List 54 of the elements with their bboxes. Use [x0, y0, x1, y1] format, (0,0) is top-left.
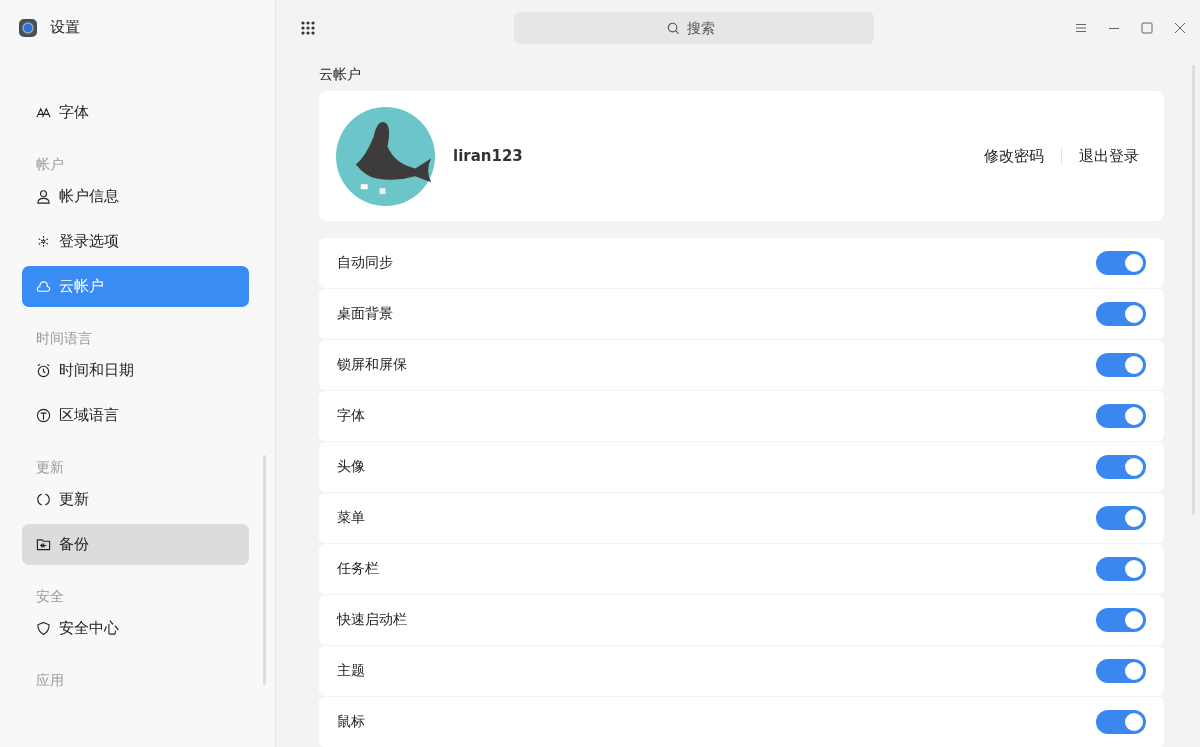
- folder-icon: [36, 537, 51, 552]
- toggle-switch[interactable]: [1096, 557, 1146, 581]
- toggle-switch[interactable]: [1096, 404, 1146, 428]
- sync-option-label: 桌面背景: [337, 305, 393, 323]
- toggle-switch[interactable]: [1096, 506, 1146, 530]
- maximize-icon[interactable]: [1141, 21, 1153, 34]
- toggle-switch[interactable]: [1096, 659, 1146, 683]
- sync-option-label: 字体: [337, 407, 365, 425]
- sync-option-label: 锁屏和屏保: [337, 356, 407, 374]
- sync-option-label: 主题: [337, 662, 365, 680]
- sidebar-heading: 时间语言: [35, 329, 93, 348]
- sidebar-heading: 帐户: [35, 155, 65, 174]
- sidebar-item[interactable]: 帐户信息: [22, 176, 249, 217]
- username: liran123: [453, 147, 523, 165]
- close-icon[interactable]: [1174, 21, 1186, 34]
- sync-option-label: 菜单: [337, 509, 365, 527]
- shield-icon: [36, 621, 51, 636]
- refresh-icon: [36, 492, 51, 507]
- sidebar-item[interactable]: 备份: [22, 524, 249, 565]
- section-title: 云帐户: [319, 65, 362, 84]
- sidebar-heading: 更新: [35, 458, 65, 477]
- sidebar-heading: 应用: [35, 671, 65, 690]
- sync-option-label: 任务栏: [337, 560, 379, 578]
- grid-menu-icon[interactable]: [301, 20, 315, 35]
- sync-option-label: 鼠标: [337, 713, 365, 731]
- font-icon: [36, 105, 51, 120]
- sync-option-label: 快速启动栏: [337, 611, 407, 629]
- alarm-clock-icon: [36, 363, 51, 378]
- toggle-switch[interactable]: [1096, 353, 1146, 377]
- menu-icon[interactable]: [1075, 21, 1087, 34]
- cloud-icon: [36, 279, 51, 294]
- asterisk-icon: [36, 234, 51, 249]
- toggle-switch[interactable]: [1096, 608, 1146, 632]
- user-icon: [36, 189, 51, 204]
- sidebar-heading: 安全: [35, 587, 65, 606]
- sidebar-item[interactable]: 安全中心: [22, 608, 249, 649]
- search-icon: [667, 21, 680, 35]
- sidebar-item[interactable]: 时间和日期: [22, 350, 249, 391]
- account-action-link[interactable]: 修改密码: [984, 146, 1044, 166]
- account-action-link[interactable]: 退出登录: [1079, 146, 1139, 166]
- sync-option-label: 自动同步: [337, 254, 393, 272]
- sidebar-item[interactable]: 登录选项: [22, 221, 249, 262]
- toggle-switch[interactable]: [1096, 455, 1146, 479]
- sidebar-item[interactable]: 更新: [22, 479, 249, 520]
- sidebar-item[interactable]: 字体: [22, 92, 249, 133]
- toggle-switch[interactable]: [1096, 251, 1146, 275]
- settings-app-icon: [18, 17, 38, 38]
- search-field[interactable]: 搜索: [514, 11, 874, 44]
- language-icon: [36, 408, 51, 423]
- toggle-switch[interactable]: [1096, 710, 1146, 734]
- sidebar-item[interactable]: 区域语言: [22, 395, 249, 436]
- toggle-switch[interactable]: [1096, 302, 1146, 326]
- window-title: 设置: [50, 18, 80, 37]
- sync-option-label: 头像: [337, 458, 365, 476]
